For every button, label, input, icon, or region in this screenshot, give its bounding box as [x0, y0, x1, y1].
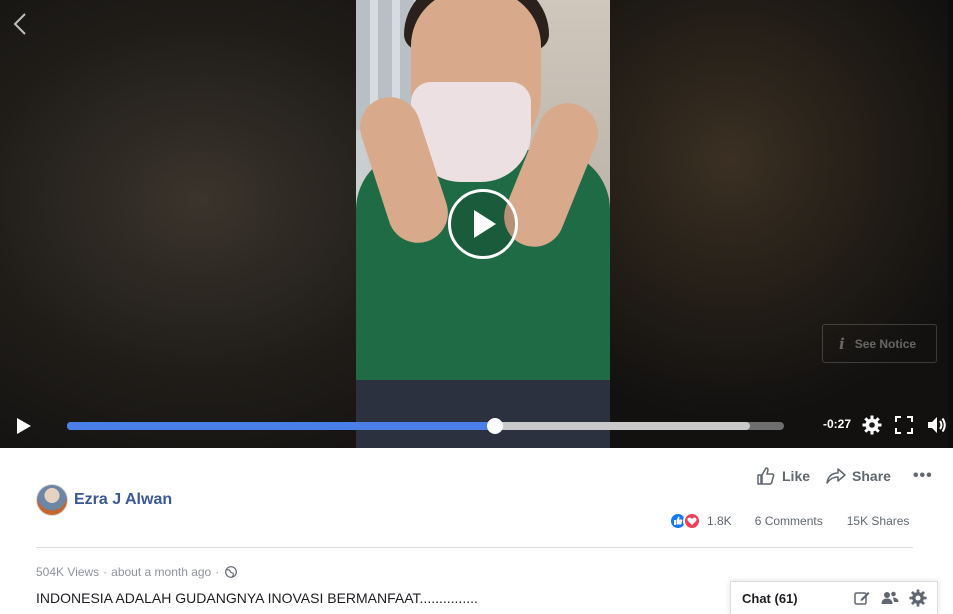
post-actions: Like Share •••	[756, 466, 933, 486]
post-time[interactable]: about a month ago	[111, 565, 211, 579]
video-player[interactable]: i See Notice -0:27	[0, 0, 953, 448]
chat-icons	[853, 589, 937, 607]
shares-link[interactable]: 15K Shares	[847, 514, 910, 528]
see-notice-button[interactable]: i See Notice	[822, 324, 937, 363]
volume-icon[interactable]	[926, 414, 948, 436]
video-blurred-background-right	[610, 0, 953, 448]
chat-settings-icon[interactable]	[909, 589, 927, 607]
play-button[interactable]	[14, 416, 34, 436]
comments-link[interactable]: 6 Comments	[755, 514, 823, 528]
post-stats: 1.8K 6 Comments 15K Shares	[669, 512, 909, 530]
share-label: Share	[852, 468, 891, 484]
fullscreen-icon[interactable]	[895, 416, 913, 434]
progress-scrubber[interactable]	[487, 418, 504, 434]
see-notice-label: See Notice	[854, 336, 917, 351]
person-jeans	[356, 380, 610, 448]
chat-bar[interactable]: Chat (61)	[730, 581, 938, 614]
author-name[interactable]: Ezra J Alwan	[74, 491, 172, 509]
group-chat-icon[interactable]	[881, 589, 899, 607]
scrollbar[interactable]	[948, 0, 953, 448]
share-button[interactable]: Share	[826, 467, 891, 485]
separator-dot: ·	[103, 565, 108, 579]
play-icon	[17, 418, 31, 434]
settings-gear-icon[interactable]	[862, 415, 882, 435]
post-caption: INDONESIA ADALAH GUDANGNYA INOVASI BERMA…	[36, 590, 478, 606]
globe-icon	[225, 566, 238, 578]
like-label: Like	[782, 468, 811, 484]
share-arrow-icon	[826, 468, 846, 484]
view-count: 504K Views	[36, 565, 100, 579]
chat-label[interactable]: Chat (61)	[742, 591, 853, 606]
like-button[interactable]: Like	[756, 466, 810, 486]
thumbs-up-icon	[757, 467, 775, 485]
info-icon: i	[839, 334, 845, 353]
post-author: Ezra J Alwan	[36, 484, 172, 516]
progress-played	[67, 422, 496, 430]
reaction-icons[interactable]	[669, 512, 701, 530]
avatar[interactable]	[36, 484, 68, 516]
time-remaining: -0:27	[823, 417, 852, 431]
compose-icon[interactable]	[853, 589, 871, 607]
love-reaction-icon	[683, 512, 701, 530]
play-icon	[474, 210, 496, 238]
divider	[36, 547, 913, 548]
back-chevron-icon[interactable]	[10, 12, 32, 36]
play-overlay-button[interactable]	[448, 189, 518, 259]
post-meta: 504K Views · about a month ago ·	[36, 565, 238, 579]
more-dots-icon[interactable]: •••	[913, 467, 933, 485]
reaction-count[interactable]: 1.8K	[707, 514, 732, 528]
separator-dot: ·	[215, 565, 220, 579]
progress-bar[interactable]	[67, 418, 784, 434]
